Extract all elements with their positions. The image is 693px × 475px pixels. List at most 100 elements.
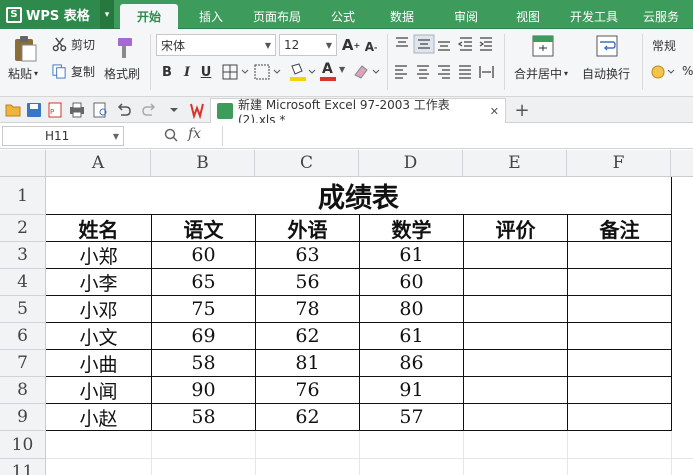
column-header-f[interactable]: F bbox=[567, 150, 671, 177]
magnifier-icon[interactable] bbox=[164, 128, 178, 142]
row-header-3[interactable]: 3 bbox=[0, 242, 46, 269]
font-color-button[interactable]: A ▼ bbox=[320, 61, 348, 82]
table-cell-name[interactable]: 小文 bbox=[46, 323, 151, 349]
tab-insert[interactable]: 插入 bbox=[186, 4, 236, 29]
chevron-down-icon[interactable] bbox=[170, 108, 178, 112]
table-cell-score[interactable]: 60 bbox=[152, 242, 255, 268]
tab-cloud-service[interactable]: 云服务 bbox=[632, 4, 690, 29]
format-painter-icon[interactable] bbox=[112, 36, 134, 60]
header-cell-math[interactable]: 数学 bbox=[360, 215, 463, 242]
insert-function-button[interactable]: fx bbox=[188, 126, 201, 142]
tab-view[interactable]: 视图 bbox=[503, 4, 553, 29]
align-left-icon[interactable] bbox=[395, 65, 407, 79]
align-bottom-icon[interactable] bbox=[438, 41, 450, 51]
table-cell-score[interactable]: 62 bbox=[256, 323, 359, 349]
number-format-select[interactable]: 常规 bbox=[652, 37, 676, 54]
italic-button[interactable]: I bbox=[178, 62, 196, 82]
distributed-align-icon[interactable] bbox=[479, 66, 494, 78]
sheet-title-cell[interactable]: 成绩表 bbox=[46, 177, 671, 214]
column-header-e[interactable]: E bbox=[463, 150, 567, 177]
redo-icon[interactable] bbox=[142, 103, 156, 116]
tab-page-layout[interactable]: 页面布局 bbox=[242, 4, 312, 29]
table-cell-score[interactable]: 75 bbox=[152, 296, 255, 322]
underline-button[interactable]: U bbox=[197, 62, 215, 82]
row-header-4[interactable]: 4 bbox=[0, 269, 46, 296]
close-icon[interactable]: ✕ bbox=[490, 105, 499, 118]
print-preview-icon[interactable] bbox=[93, 102, 107, 118]
row-header-6[interactable]: 6 bbox=[0, 323, 46, 350]
table-cell-score[interactable]: 62 bbox=[256, 404, 359, 430]
wps-w-logo-icon[interactable] bbox=[190, 103, 204, 120]
fill-pattern-button[interactable] bbox=[254, 64, 284, 80]
table-cell-score[interactable]: 63 bbox=[256, 242, 359, 268]
fill-color-button[interactable] bbox=[288, 62, 318, 82]
paste-icon[interactable] bbox=[12, 35, 38, 63]
format-painter-button[interactable]: 格式刷 bbox=[104, 65, 140, 82]
header-cell-foreign-language[interactable]: 外语 bbox=[256, 215, 359, 242]
wrap-text-icon[interactable] bbox=[596, 35, 618, 57]
table-cell-name[interactable]: 小赵 bbox=[46, 404, 151, 430]
align-top-icon[interactable] bbox=[396, 37, 408, 47]
table-cell-score[interactable]: 78 bbox=[256, 296, 359, 322]
decrease-indent-icon[interactable] bbox=[457, 37, 472, 51]
header-cell-name[interactable]: 姓名 bbox=[46, 215, 151, 242]
table-cell-score[interactable]: 58 bbox=[152, 404, 255, 430]
save-icon[interactable] bbox=[27, 103, 41, 117]
new-tab-button[interactable]: + bbox=[512, 98, 532, 122]
copy-button[interactable]: 复制 bbox=[52, 63, 95, 80]
table-cell-score[interactable]: 57 bbox=[360, 404, 463, 430]
table-cell-score[interactable]: 90 bbox=[152, 377, 255, 403]
table-cell-score[interactable]: 58 bbox=[152, 350, 255, 376]
row-header-7[interactable]: 7 bbox=[0, 350, 46, 377]
formula-input[interactable] bbox=[222, 126, 690, 146]
tab-data[interactable]: 数据 bbox=[376, 4, 428, 29]
align-right-icon[interactable] bbox=[438, 65, 450, 79]
row-header-5[interactable]: 5 bbox=[0, 296, 46, 323]
row-header-1[interactable]: 1 bbox=[0, 177, 46, 215]
table-cell-score[interactable]: 56 bbox=[256, 269, 359, 295]
column-header-d[interactable]: D bbox=[359, 150, 463, 177]
currency-format-button[interactable] bbox=[650, 63, 680, 81]
merge-center-button[interactable]: 合并居中 ▾ bbox=[514, 65, 568, 82]
font-name-select[interactable]: 宋体 ▼ bbox=[156, 34, 276, 56]
open-folder-icon[interactable] bbox=[5, 104, 21, 117]
grow-font-button[interactable]: A + bbox=[342, 35, 360, 55]
column-header-g[interactable] bbox=[671, 150, 693, 177]
chevron-down-icon[interactable]: ▾ bbox=[100, 0, 114, 29]
tab-formulas[interactable]: 公式 bbox=[318, 4, 368, 29]
table-cell-score[interactable]: 81 bbox=[256, 350, 359, 376]
row-header-10[interactable]: 10 bbox=[0, 431, 46, 459]
shrink-font-button[interactable]: A- bbox=[362, 37, 380, 57]
table-cell-score[interactable]: 69 bbox=[152, 323, 255, 349]
tab-developer[interactable]: 开发工具 bbox=[562, 4, 626, 29]
document-tab[interactable]: 新建 Microsoft Excel 97-2003 工作表 (2).xls *… bbox=[210, 98, 506, 127]
row-header-8[interactable]: 8 bbox=[0, 377, 46, 404]
table-cell-score[interactable]: 86 bbox=[360, 350, 463, 376]
table-cell-name[interactable]: 小闻 bbox=[46, 377, 151, 403]
column-header-c[interactable]: C bbox=[255, 150, 359, 177]
tab-review[interactable]: 审阅 bbox=[440, 4, 492, 29]
table-cell-name[interactable]: 小邓 bbox=[46, 296, 151, 322]
row-header-2[interactable]: 2 bbox=[0, 215, 46, 242]
column-header-b[interactable]: B bbox=[151, 150, 255, 177]
wrap-text-button[interactable]: 自动换行 bbox=[582, 65, 630, 82]
table-cell-score[interactable]: 61 bbox=[360, 242, 463, 268]
paste-button[interactable]: 粘贴 ▾ bbox=[8, 65, 38, 82]
table-cell-score[interactable]: 65 bbox=[152, 269, 255, 295]
name-box[interactable]: H11 ▼ bbox=[2, 126, 124, 146]
table-cell-score[interactable]: 80 bbox=[360, 296, 463, 322]
justify-icon[interactable] bbox=[459, 65, 471, 79]
table-cell-score[interactable]: 61 bbox=[360, 323, 463, 349]
header-cell-notes[interactable]: 备注 bbox=[568, 215, 671, 242]
undo-icon[interactable] bbox=[117, 103, 131, 116]
row-header-11[interactable]: 11 bbox=[0, 459, 46, 475]
table-cell-name[interactable]: 小曲 bbox=[46, 350, 151, 376]
export-pdf-icon[interactable]: P bbox=[48, 102, 62, 118]
select-all-corner[interactable] bbox=[0, 150, 46, 177]
print-icon[interactable] bbox=[70, 102, 84, 118]
table-cell-score[interactable]: 76 bbox=[256, 377, 359, 403]
app-menu-button[interactable]: S WPS 表格 ▾ bbox=[0, 0, 114, 29]
column-header-a[interactable]: A bbox=[46, 150, 151, 177]
tab-home[interactable]: 开始 bbox=[120, 4, 178, 29]
row-header-9[interactable]: 9 bbox=[0, 404, 46, 431]
